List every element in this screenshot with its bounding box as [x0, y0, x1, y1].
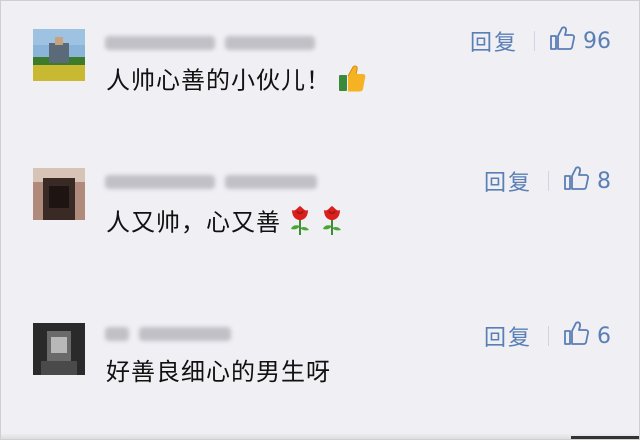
comment-actions: 回复 8 — [484, 165, 611, 197]
like-button[interactable]: 8 — [563, 165, 611, 197]
divider — [534, 31, 535, 51]
like-count: 96 — [583, 28, 611, 54]
blurred-username — [105, 173, 317, 191]
rose-emoji — [319, 204, 345, 243]
like-button[interactable]: 6 — [563, 320, 611, 352]
avatar-image — [33, 323, 85, 375]
comment-text: 人又帅，心又善 — [106, 204, 345, 243]
like-count: 6 — [597, 323, 611, 349]
reply-button[interactable]: 回复 — [470, 25, 518, 57]
avatar-image — [33, 29, 85, 81]
blurred-username — [105, 325, 231, 343]
thumbs-up-outline-icon — [563, 165, 590, 197]
avatar-image — [33, 168, 85, 220]
divider — [548, 326, 549, 346]
thumbs-up-outline-icon — [563, 320, 590, 352]
like-button[interactable]: 96 — [549, 25, 611, 57]
bottom-shadow — [1, 433, 639, 439]
rose-emoji — [287, 204, 313, 243]
avatar[interactable] — [33, 168, 85, 220]
comment-actions: 回复 96 — [470, 25, 611, 57]
blurred-username — [105, 34, 315, 52]
avatar[interactable] — [33, 29, 85, 81]
bottom-edge-bar — [571, 436, 639, 439]
avatar[interactable] — [33, 323, 85, 375]
thumbs-up-emoji — [337, 63, 367, 100]
comment-list: 人帅心善的小伙儿！ 回复 96 人又帅，心又善 回复 8 好善良细心的男生呀 回… — [0, 0, 640, 440]
reply-button[interactable]: 回复 — [484, 165, 532, 197]
thumbs-up-outline-icon — [549, 25, 576, 57]
like-count: 8 — [597, 168, 611, 194]
divider — [548, 171, 549, 191]
reply-button[interactable]: 回复 — [484, 320, 532, 352]
comment-text: 好善良细心的男生呀 — [106, 358, 331, 386]
comment-actions: 回复 6 — [484, 320, 611, 352]
comment-text: 人帅心善的小伙儿！ — [106, 63, 367, 100]
